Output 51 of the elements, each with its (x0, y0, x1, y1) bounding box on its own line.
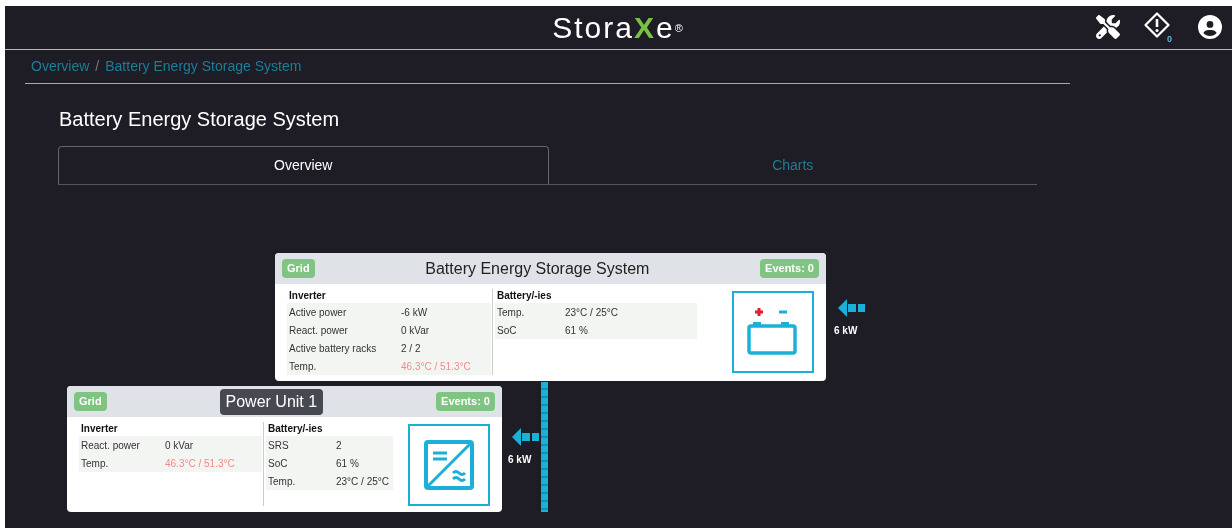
row-label: Active battery racks (289, 341, 378, 356)
row-value: -6 kW (401, 305, 428, 320)
row-label: SoC (497, 323, 518, 338)
device-card[interactable]: Grid Battery Energy Storage System Events: 0 Inverter Active power -6 kW React. power 0 kVar Active battery racks 2 / 2 Temp. 46.3°C / 51.3°C Battery/-ies Temp. 23°C / 25°C SoC 61 % (275, 253, 826, 381)
row-label: React. power (289, 323, 349, 338)
tab[interactable]: Charts (548, 146, 1037, 184)
logo: StoraXe$^{®}$ (552, 12, 685, 43)
device-tile[interactable] (732, 291, 814, 373)
section-heading: Battery/-ies (267, 422, 324, 436)
breadcrumb-link[interactable]: Overview (31, 56, 90, 77)
row-value: 23°C / 25°C (565, 305, 619, 320)
events-badge: Events: 0 (760, 259, 819, 278)
row-label: Temp. (289, 359, 318, 374)
row-value: 61 % (336, 456, 359, 471)
flow-arrow-icon (838, 299, 866, 317)
row-value: 2 (336, 438, 342, 453)
battery-icon (747, 308, 799, 356)
card-title: Power Unit 1 (219, 388, 324, 415)
device-card[interactable]: Grid Power Unit 1 Events: 0 Inverter React. power 0 kVar Temp. 46.3°C / 51.3°C Battery/-ies SRS 2 SoC 61 % Temp. 23°C / 25°C (67, 386, 502, 512)
row-value: 46.3°C / 51.3°C (401, 359, 471, 374)
flow-arrow-icon (512, 428, 540, 446)
inverter-icon (424, 440, 474, 490)
device-tile[interactable] (408, 424, 490, 506)
row-value: 2 / 2 (401, 341, 421, 356)
row-label: React. power (81, 438, 141, 453)
row-label: Active power (289, 305, 348, 320)
row-label: Temp. (268, 474, 297, 489)
row-value: 61 % (565, 323, 588, 338)
events-badge: Events: 0 (436, 392, 495, 411)
flow-value: 6 kW (834, 324, 858, 338)
section-heading: Inverter (80, 422, 119, 436)
tab[interactable]: Overview (58, 146, 549, 184)
row-label: SRS (268, 438, 290, 453)
row-label: SoC (268, 456, 289, 471)
profile-button[interactable] (1198, 15, 1222, 39)
grid-badge: Grid (282, 259, 315, 278)
row-value: 46.3°C / 51.3°C (165, 456, 235, 471)
row-value: 0 kVar (401, 323, 430, 338)
row-value: 23°C / 25°C (336, 474, 390, 489)
card-title: Battery Energy Storage System (425, 258, 650, 279)
section-heading: Battery/-ies (496, 289, 553, 303)
flow-value: 6 kW (508, 453, 532, 467)
section-heading: Inverter (288, 289, 327, 303)
page-title: Battery Energy Storage System (59, 107, 341, 131)
row-label: Temp. (81, 456, 110, 471)
breadcrumb-separator: / (95, 57, 100, 76)
tools-button[interactable] (1096, 15, 1120, 39)
row-value: 0 kVar (165, 438, 194, 453)
breadcrumb-link[interactable]: Battery Energy Storage System (105, 56, 302, 77)
grid-badge: Grid (74, 392, 107, 411)
row-label: Temp. (497, 305, 526, 320)
